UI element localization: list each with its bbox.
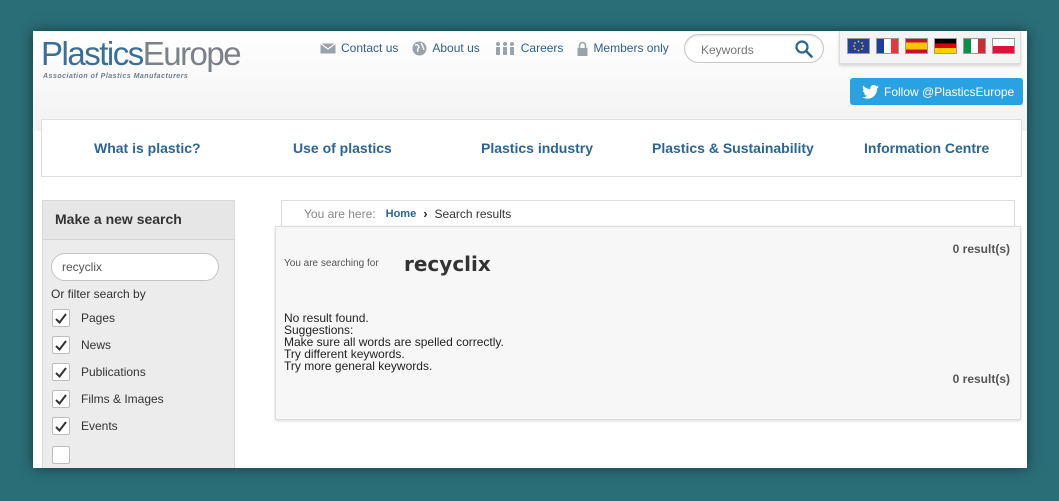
flag-fr-icon[interactable] — [876, 38, 899, 54]
lock-icon — [577, 41, 588, 56]
filter-publications-checkbox[interactable] — [52, 363, 70, 381]
people-icon — [495, 42, 514, 55]
search-query: recyclix — [404, 252, 491, 276]
filter-news-label: News — [81, 338, 112, 352]
date-filter-checkbox[interactable] — [52, 446, 70, 464]
nav-item-what-is-plastic[interactable]: What is plastic? — [94, 140, 201, 156]
filter-publications: Publications — [52, 363, 146, 381]
flag-it-icon[interactable] — [963, 38, 986, 54]
filter-date — [52, 446, 70, 464]
checkmark-icon — [55, 420, 67, 432]
filter-news: News — [52, 336, 111, 354]
breadcrumb-home-link[interactable]: Home — [386, 208, 417, 220]
search-icon[interactable] — [795, 40, 813, 58]
flag-eu-icon[interactable] — [847, 38, 870, 54]
filter-pages-checkbox[interactable] — [52, 309, 70, 327]
filter-events-label: Events — [81, 419, 118, 433]
flag-de-icon[interactable] — [934, 38, 957, 54]
breadcrumb-current: Search results — [434, 206, 512, 221]
sidebar-search-input[interactable] — [60, 259, 214, 275]
nav-item-plastics-sustainability[interactable]: Plastics & Sustainability — [652, 140, 814, 156]
checkmark-icon — [55, 339, 67, 351]
twitter-bird-icon — [862, 84, 879, 99]
twitter-follow-label: Follow @PlasticsEurope — [884, 84, 1015, 99]
flag-es-icon[interactable] — [905, 38, 928, 54]
members-only-label: Members only — [593, 41, 669, 55]
flag-pl-icon[interactable] — [992, 38, 1015, 54]
checkmark-icon — [55, 312, 67, 324]
logo-tagline: Association of Plastics Manufacturers — [43, 73, 189, 80]
result-count-top: 0 result(s) — [952, 242, 1010, 256]
filter-films-images-checkbox[interactable] — [52, 390, 70, 408]
filter-events-checkbox[interactable] — [52, 417, 70, 435]
globe-icon — [412, 41, 427, 55]
breadcrumb-prefix: You are here: — [304, 206, 376, 221]
about-us-link[interactable]: About us — [412, 41, 480, 56]
chevron-right-icon: › — [423, 206, 428, 221]
searching-label: You are searching for — [284, 258, 379, 269]
contact-us-link[interactable]: Contact us — [320, 41, 398, 55]
page: PlasticsEurope Association of Plastics M… — [33, 31, 1027, 468]
filter-pages: Pages — [52, 309, 115, 327]
keyword-search — [684, 34, 824, 63]
logo-wordmark-part1: Plastics — [41, 35, 144, 72]
breadcrumb: You are here: Home › Search results — [281, 200, 1015, 226]
members-only-link[interactable]: Members only — [577, 41, 669, 56]
nav-item-plastics-industry[interactable]: Plastics industry — [481, 140, 593, 156]
result-count-bottom: 0 result(s) — [952, 372, 1010, 386]
filter-publications-label: Publications — [81, 365, 146, 379]
contact-us-label: Contact us — [341, 41, 399, 55]
header: PlasticsEurope Association of Plastics M… — [33, 31, 1027, 131]
about-us-label: About us — [432, 41, 480, 55]
careers-link[interactable]: Careers — [494, 41, 564, 55]
filter-events: Events — [52, 417, 118, 435]
search-sidebar: Make a new search Or filter search by Pa… — [42, 200, 235, 468]
sidebar-title: Make a new search — [43, 201, 234, 240]
no-results-message: No result found. Suggestions: Make sure … — [284, 312, 504, 372]
main-nav: What is plastic? Use of plastics Plastic… — [41, 119, 1022, 177]
nav-item-information-centre[interactable]: Information Centre — [864, 140, 989, 156]
top-links: Contact us About us Careers Members only — [320, 40, 683, 56]
message-line: Try more general keywords. — [284, 359, 433, 373]
filter-news-checkbox[interactable] — [52, 336, 70, 354]
filter-label: Or filter search by — [51, 287, 146, 301]
checkmark-icon — [55, 366, 67, 378]
sidebar-search — [51, 253, 219, 281]
envelope-icon — [320, 42, 336, 53]
filter-films-images-label: Films & Images — [81, 392, 164, 406]
language-selector — [839, 31, 1021, 64]
checkmark-icon — [55, 393, 67, 405]
logo[interactable]: PlasticsEurope Association of Plastics M… — [41, 35, 242, 80]
search-results-panel: You are searching for recyclix 0 result(… — [275, 226, 1021, 420]
keyword-search-input[interactable] — [699, 40, 791, 59]
twitter-follow-button[interactable]: Follow @PlasticsEurope — [850, 78, 1023, 105]
logo-wordmark-part2: Europe — [142, 35, 242, 72]
filter-pages-label: Pages — [81, 311, 116, 325]
nav-item-use-of-plastics[interactable]: Use of plastics — [293, 140, 392, 156]
filter-films-images: Films & Images — [52, 390, 164, 408]
careers-label: Careers — [520, 41, 564, 55]
logo-wordmark: PlasticsEurope — [41, 35, 242, 73]
